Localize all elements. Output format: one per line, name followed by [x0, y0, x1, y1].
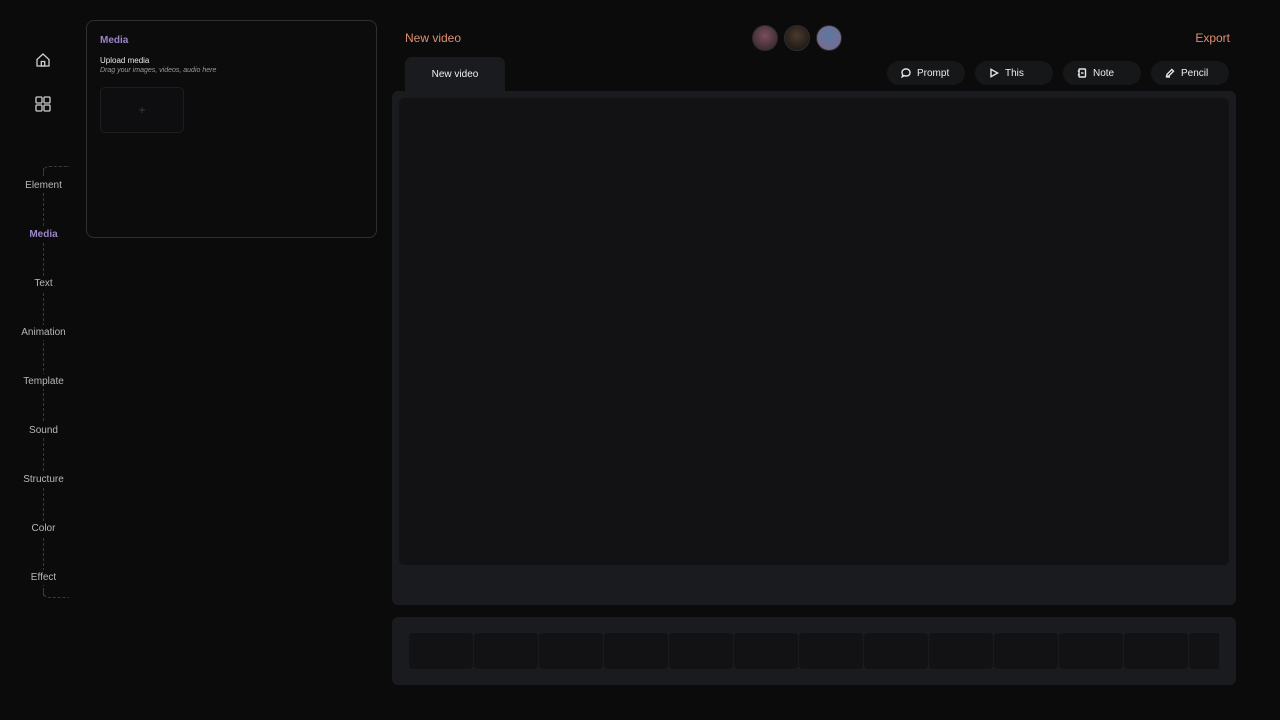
tab-new-video[interactable]: New video — [405, 57, 505, 91]
collaborator-avatars — [752, 25, 842, 51]
timeline-frame[interactable] — [799, 633, 863, 669]
timeline-frame[interactable] — [474, 633, 538, 669]
timeline-track[interactable] — [409, 633, 1219, 669]
nav-item-text[interactable]: Text — [6, 276, 81, 291]
pencil-button-label: Pencil — [1181, 67, 1209, 79]
note-button-label: Note — [1093, 67, 1115, 79]
timeline-frame[interactable] — [864, 633, 928, 669]
nav-item-effect[interactable]: Effect — [6, 570, 81, 585]
note-icon — [1077, 68, 1087, 78]
timeline — [392, 617, 1236, 685]
avatar[interactable] — [752, 25, 778, 51]
nav-connector-top — [43, 166, 69, 176]
timeline-frame[interactable] — [1189, 633, 1219, 669]
grid-icon[interactable] — [33, 94, 53, 114]
pencil-button[interactable]: Pencil — [1151, 61, 1229, 85]
nav-item-template[interactable]: Template — [6, 374, 81, 389]
timeline-frame[interactable] — [1059, 633, 1123, 669]
nav-item-element[interactable]: Element — [6, 178, 81, 193]
nav-item-structure[interactable]: Structure — [6, 472, 81, 487]
timeline-frame[interactable] — [994, 633, 1058, 669]
media-panel: Media Upload media Drag your images, vid… — [86, 20, 377, 238]
avatar[interactable] — [816, 25, 842, 51]
timeline-frame[interactable] — [734, 633, 798, 669]
this-button-label: This — [1005, 67, 1024, 79]
prompt-button[interactable]: Prompt — [887, 61, 965, 85]
upload-dropzone-button[interactable]: + — [100, 87, 184, 133]
nav-item-color[interactable]: Color — [6, 521, 81, 536]
video-canvas[interactable] — [399, 98, 1229, 565]
nav-item-animation[interactable]: Animation — [6, 325, 81, 340]
timeline-frame[interactable] — [929, 633, 993, 669]
timeline-frame[interactable] — [409, 633, 473, 669]
nav-item-sound[interactable]: Sound — [6, 423, 81, 438]
note-button[interactable]: Note — [1063, 61, 1141, 85]
export-button[interactable]: Export — [1180, 31, 1230, 45]
prompt-button-label: Prompt — [917, 67, 950, 79]
pencil-icon — [1165, 68, 1175, 78]
upload-media-hint: Drag your images, videos, audio here — [100, 67, 217, 74]
media-panel-title: Media — [100, 35, 129, 46]
chat-bubble-icon — [901, 68, 911, 78]
play-icon — [990, 68, 999, 78]
plus-icon: + — [138, 103, 146, 117]
upload-media-title: Upload media — [100, 56, 150, 65]
this-button[interactable]: This — [975, 61, 1053, 85]
timeline-frame[interactable] — [669, 633, 733, 669]
avatar[interactable] — [784, 25, 810, 51]
timeline-frame[interactable] — [1124, 633, 1188, 669]
timeline-frame[interactable] — [539, 633, 603, 669]
project-name[interactable]: New video — [405, 31, 461, 45]
timeline-frame[interactable] — [604, 633, 668, 669]
home-icon[interactable] — [33, 50, 53, 70]
nav-item-media[interactable]: Media — [6, 227, 81, 242]
nav-connector-bottom — [43, 588, 69, 598]
